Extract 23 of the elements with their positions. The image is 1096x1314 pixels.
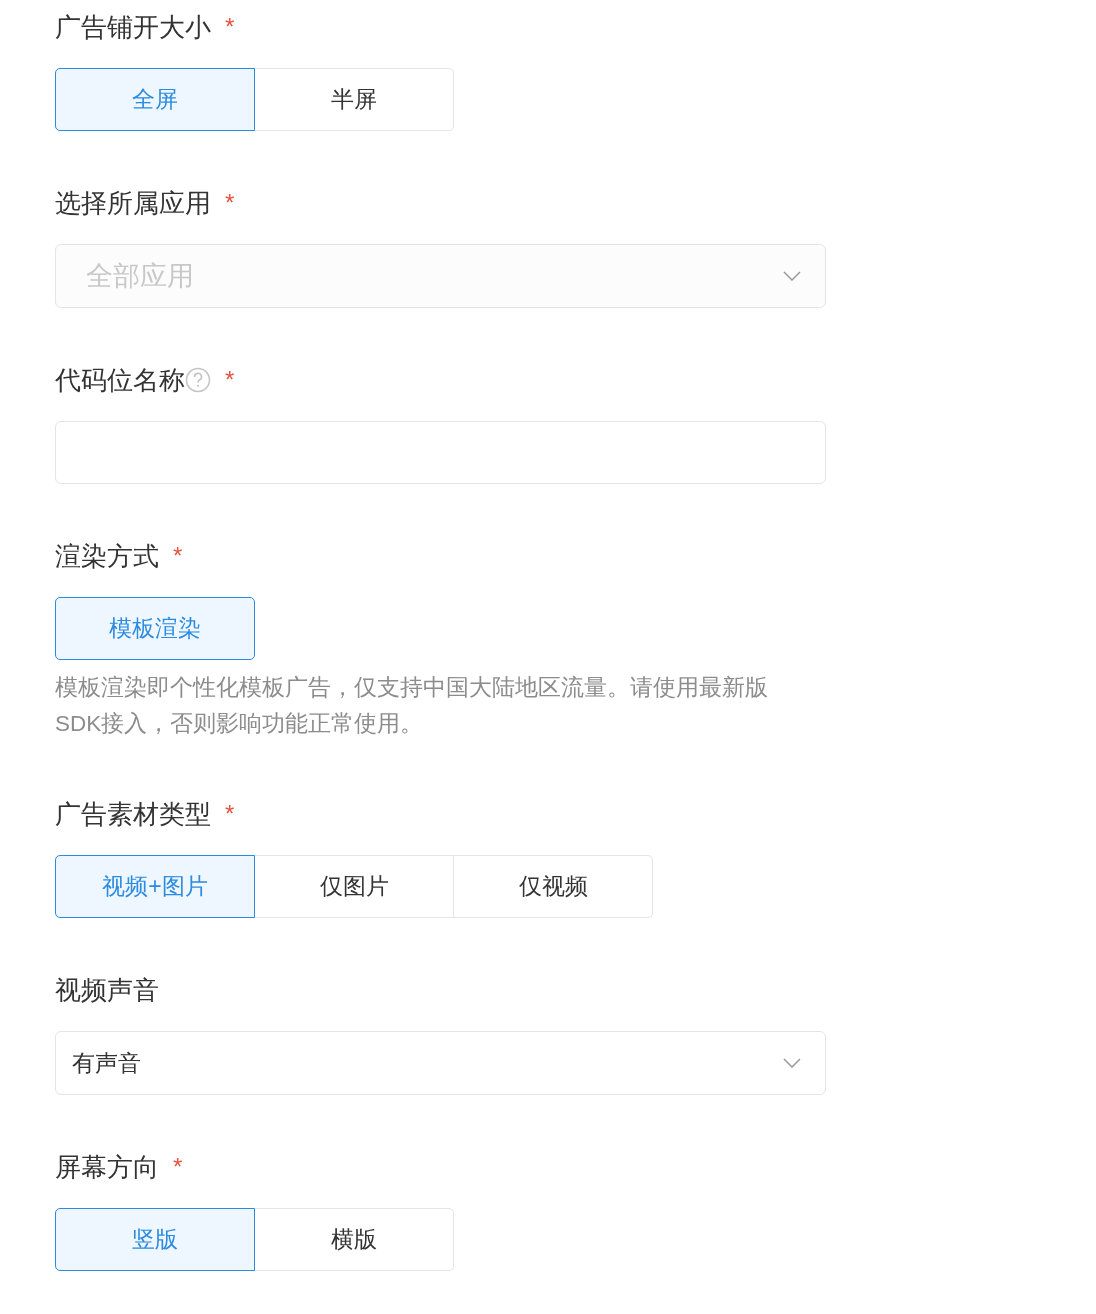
select-field[interactable]: 有声音 [55, 1031, 826, 1095]
required-mark: * [225, 12, 235, 42]
help-icon[interactable] [185, 367, 211, 393]
required-mark: * [225, 188, 235, 218]
field-label: 代码位名称 [55, 364, 185, 397]
segment-option[interactable]: 仅图片 [254, 855, 454, 918]
required-mark: * [173, 1152, 183, 1182]
required-mark: * [225, 365, 235, 395]
segment-option[interactable]: 横版 [254, 1208, 454, 1271]
field-label: 选择所属应用 [55, 187, 211, 220]
hint-text: 模板渲染即个性化模板广告，仅支持中国大陆地区流量。请使用最新版SDK接入，否则影响功能正常使用。 [55, 674, 769, 738]
field-label: 屏幕方向 [55, 1151, 159, 1184]
field-label: 广告素材类型 [55, 798, 211, 831]
field-label: 视频声音 [55, 974, 159, 1007]
chevron-down-icon [783, 271, 801, 281]
required-mark: * [173, 541, 183, 571]
segment-option[interactable]: 仅视频 [453, 855, 653, 918]
chevron-down-icon [783, 1058, 801, 1068]
required-mark: * [225, 799, 235, 829]
field-label: 广告铺开大小 [55, 11, 211, 44]
segment-option[interactable]: 半屏 [254, 68, 454, 131]
field-label: 渲染方式 [55, 540, 159, 573]
text-input[interactable] [55, 421, 826, 484]
